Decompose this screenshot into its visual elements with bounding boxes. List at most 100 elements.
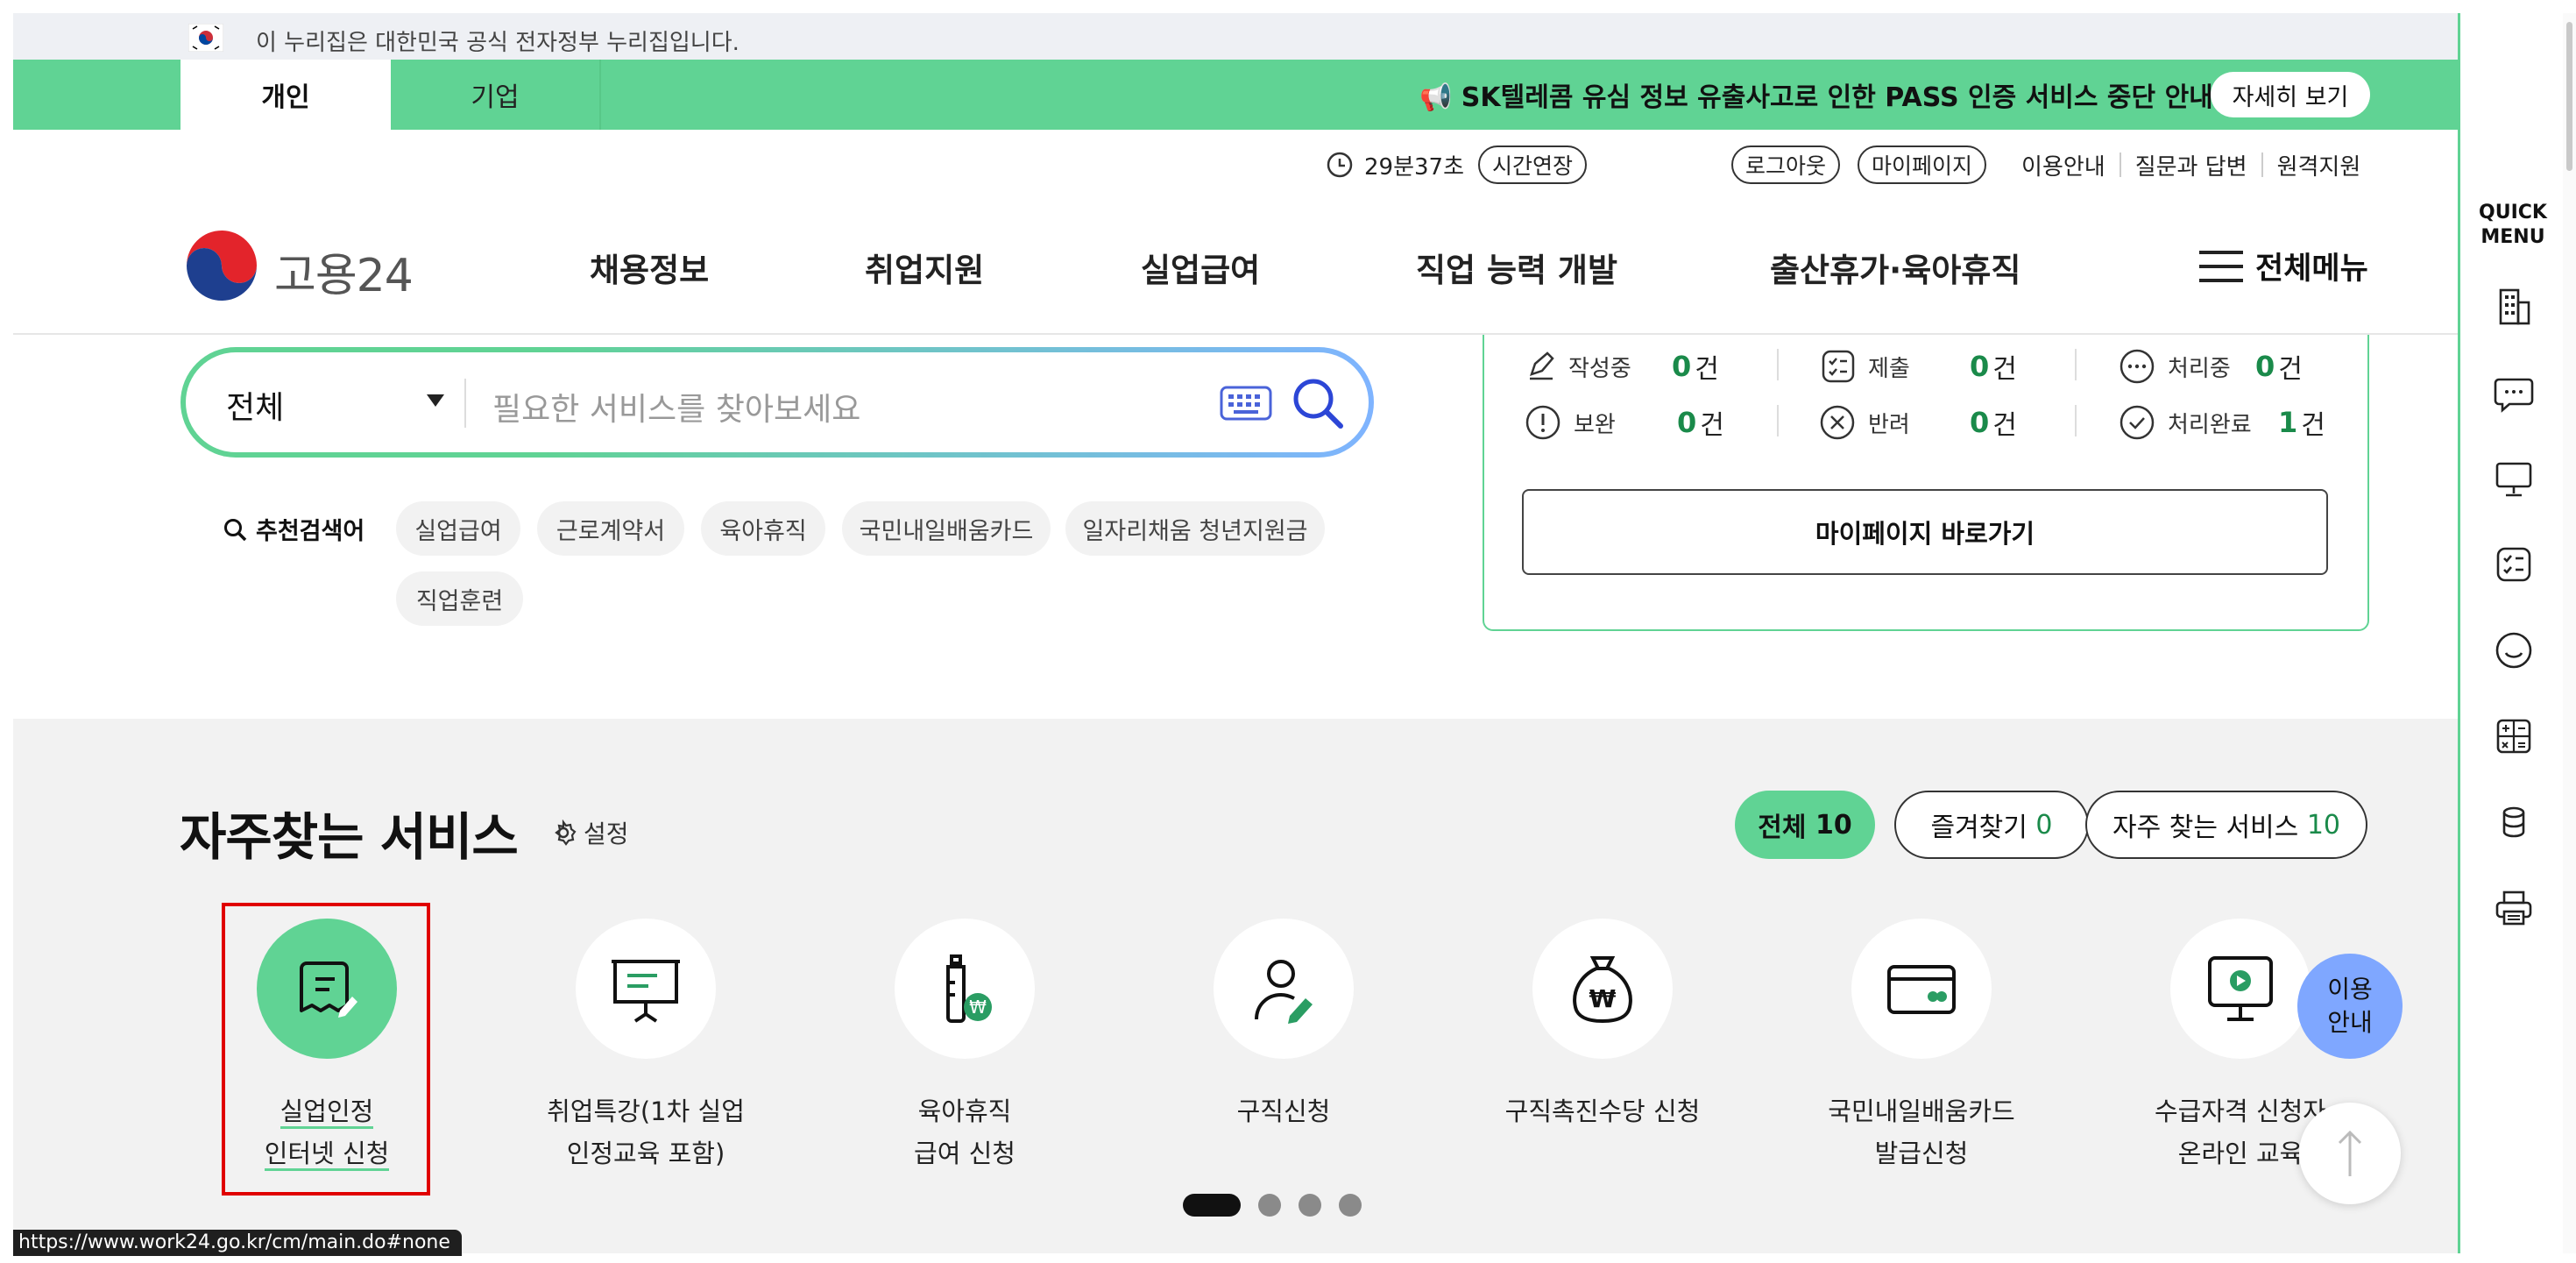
link-guide[interactable]: 이용안내: [2021, 149, 2105, 181]
service-job-seeking[interactable]: 구직신청: [1126, 919, 1441, 1132]
user-links: 로그아웃 마이페이지 이용안내 질문과 답변 원격지원: [1731, 145, 2360, 184]
scrollbar[interactable]: [2563, 13, 2576, 1253]
usage-guide-label: 이용 안내: [2327, 975, 2373, 1037]
logo[interactable]: 고용24: [182, 226, 428, 305]
status-count: 0: [1970, 350, 1990, 383]
filter-all[interactable]: 전체 10: [1735, 791, 1875, 859]
quick-menu: QUICK MENU: [2458, 13, 2563, 1253]
service-label: 온라인 교육: [2177, 1139, 2304, 1168]
status-submitted[interactable]: 제출 0건: [1821, 347, 2017, 386]
filter-count: 10: [2306, 809, 2340, 841]
filter-favorites[interactable]: 즐겨찾기 0: [1894, 791, 2089, 859]
carousel-dot[interactable]: [1299, 1194, 1321, 1217]
logout-button[interactable]: 로그아웃: [1731, 145, 1841, 184]
nav-parental-leave[interactable]: 출산휴가·육아휴직: [1770, 244, 2020, 291]
svg-text:₩: ₩: [1589, 984, 1617, 1013]
browser-status-bar: https://www.work24.go.kr/cm/main.do#none: [13, 1230, 462, 1256]
ellipsis-circle-icon: [2120, 349, 2155, 384]
printer-icon[interactable]: [2494, 888, 2534, 928]
recommended-term[interactable]: 육아휴직: [701, 501, 825, 556]
service-job-promotion-allowance[interactable]: ₩ 구직촉진수당 신청: [1445, 919, 1760, 1132]
carousel-dot[interactable]: [1258, 1194, 1281, 1217]
filter-label: 즐겨찾기: [1930, 812, 2028, 843]
exclamation-circle-icon: [1525, 405, 1560, 440]
divider: [2261, 153, 2263, 177]
filter-label: 자주 찾는 서비스: [2112, 812, 2299, 843]
search-icon[interactable]: [1290, 375, 1346, 431]
search-category-select[interactable]: 전체: [226, 382, 284, 428]
recommended-term[interactable]: 실업급여: [396, 501, 520, 556]
status-writing[interactable]: 작성중 0건: [1526, 347, 1719, 386]
status-label: 제출: [1868, 355, 1910, 382]
all-menu-button[interactable]: 전체메뉴: [2199, 244, 2368, 288]
session-timer: 29분37초 시간연장: [1326, 145, 1588, 184]
filter-count: 0: [2035, 809, 2053, 841]
x-circle-icon: [1820, 405, 1855, 440]
status-rejected[interactable]: 반려 0건: [1819, 403, 2017, 442]
mypage-button[interactable]: 마이페이지: [1858, 145, 1987, 184]
filter-label: 전체: [1758, 812, 1807, 843]
korea-flag-icon: [188, 24, 223, 52]
service-job-lecture[interactable]: 취업특강(1차 실업 인정교육 포함): [488, 919, 803, 1174]
service-label: 급여 신청: [914, 1139, 1016, 1168]
filter-count: 10: [1815, 809, 1852, 841]
highlight-box: [222, 903, 430, 1196]
nav-vocational-training[interactable]: 직업 능력 개발: [1416, 244, 1617, 291]
recommended-term[interactable]: 근로계약서: [537, 501, 684, 556]
scroll-top-button[interactable]: [2299, 1103, 2401, 1204]
status-label: 반려: [1868, 411, 1910, 438]
logo-text: 고용24: [274, 250, 414, 302]
chat-icon[interactable]: [2494, 373, 2534, 413]
keyboard-icon[interactable]: [1220, 386, 1272, 421]
monitor-icon[interactable]: [2494, 458, 2534, 499]
status-unit: 건: [2301, 410, 2325, 441]
recommended-term[interactable]: 일자리채움 청년지원금: [1065, 501, 1325, 556]
coins-icon[interactable]: [2494, 802, 2534, 842]
link-faq[interactable]: 질문과 답변: [2135, 149, 2247, 181]
extend-button[interactable]: 시간연장: [1478, 145, 1588, 184]
service-training-card[interactable]: 국민내일배움카드 발급신청: [1764, 919, 2079, 1174]
status-label: 처리완료: [2168, 411, 2252, 438]
carousel-dot[interactable]: [1183, 1194, 1241, 1217]
status-processing[interactable]: 처리중 0건: [2119, 347, 2303, 386]
pencil-icon: [1530, 351, 1554, 380]
section-title: 자주찾는 서비스: [180, 807, 519, 867]
service-parental-leave[interactable]: ₩ 육아휴직 급여 신청: [807, 919, 1122, 1174]
timer-text: 29분37초: [1364, 153, 1465, 181]
status-completed[interactable]: 처리완료 1건: [2119, 403, 2325, 442]
recommended-label: 추천검색어: [223, 512, 364, 546]
clock-icon: [1327, 152, 1353, 178]
notice-message[interactable]: 📢 SK텔레콤 유심 정보 유출사고로 인한 PASS 인증 서비스 중단 안내: [1419, 75, 2213, 114]
recommended-term[interactable]: 직업훈련: [396, 571, 523, 626]
settings-button[interactable]: 설정: [550, 815, 629, 850]
svg-text:₩: ₩: [969, 997, 987, 1018]
notice-more-button[interactable]: 자세히 보기: [2211, 72, 2370, 117]
status-supplement[interactable]: 보완 0건: [1525, 403, 1724, 442]
checklist-icon[interactable]: [2494, 544, 2534, 585]
carousel-dot[interactable]: [1339, 1194, 1362, 1217]
link-remote-support[interactable]: 원격지원: [2277, 149, 2361, 181]
tab-business[interactable]: 기업: [391, 60, 601, 130]
tab-personal[interactable]: 개인: [180, 60, 391, 130]
status-label: 처리중: [2168, 355, 2231, 382]
recommended-term[interactable]: 국민내일배움카드: [842, 501, 1051, 556]
status-unit: 건: [1992, 354, 2017, 385]
building-icon[interactable]: [2494, 287, 2534, 327]
gov-banner-text: 이 누리집은 대한민국 공식 전자정부 누리집입니다.: [256, 30, 740, 56]
nav-employment-support[interactable]: 취업지원: [865, 244, 984, 291]
filter-frequent[interactable]: 자주 찾는 서비스 10: [2085, 791, 2367, 859]
checklist-icon: [1822, 350, 1855, 383]
caret-down-icon[interactable]: [427, 394, 444, 407]
carousel-pagination: [1183, 1194, 1362, 1217]
status-count: 1: [2278, 406, 2298, 439]
calculator-icon[interactable]: [2494, 716, 2534, 756]
settings-label: 설정: [584, 820, 629, 848]
nav-jobs[interactable]: 채용정보: [590, 244, 709, 291]
hamburger-icon: [2199, 250, 2243, 282]
usage-guide-button[interactable]: 이용 안내: [2297, 954, 2403, 1059]
nav-unemployment-benefit[interactable]: 실업급여: [1141, 244, 1260, 291]
mypage-shortcut-button[interactable]: 마이페이지 바로가기: [1522, 489, 2328, 575]
baby-bottle-won-icon: ₩: [895, 919, 1035, 1059]
smile-icon[interactable]: [2494, 630, 2534, 671]
search-input[interactable]: 필요한 서비스를 찾아보세요: [492, 384, 860, 429]
